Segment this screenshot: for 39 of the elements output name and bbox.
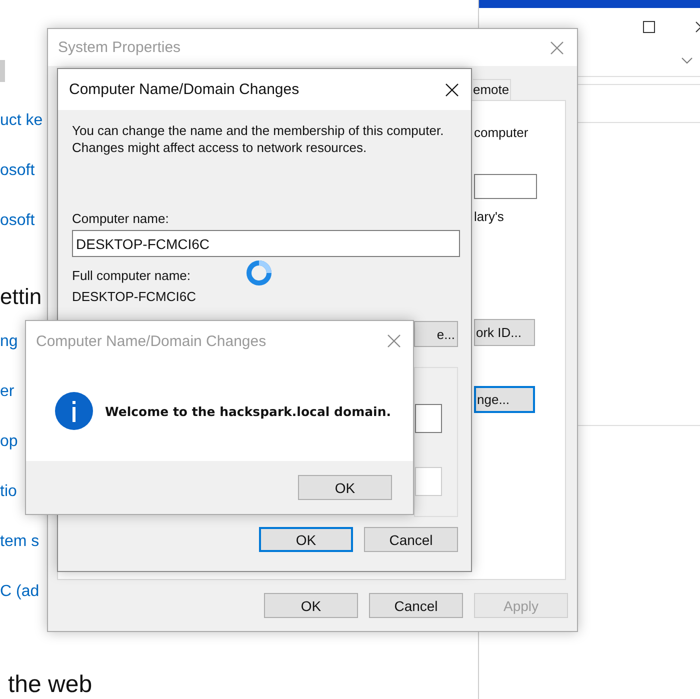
section-heading: the web (8, 671, 92, 699)
window-title: System Properties (58, 39, 181, 56)
settings-link[interactable]: tem s (0, 533, 40, 551)
maximize-icon[interactable] (643, 21, 655, 33)
dialog-button[interactable]: nge... (474, 386, 535, 413)
field-label: Full computer name: (72, 268, 190, 283)
ok-button[interactable]: OK (298, 475, 392, 500)
settings-link[interactable]: op (0, 433, 18, 451)
field-value: DESKTOP-FCMCI6C (72, 289, 196, 304)
settings-link[interactable]: ng (0, 333, 18, 351)
settings-link[interactable]: uct ke (0, 112, 43, 130)
tab[interactable]: emote (473, 79, 511, 100)
section-heading: ettin (0, 284, 42, 310)
description-text: You can change the name and the membership of this computer. Changes might affect access to network resources. (72, 122, 445, 156)
input-field[interactable] (415, 467, 442, 496)
dialog-button[interactable]: ork ID... (474, 319, 535, 346)
field-label: Computer name: (72, 211, 169, 226)
settings-link[interactable]: tio (0, 483, 17, 501)
chevron-down-icon[interactable] (681, 57, 693, 65)
window-title: Computer Name/Domain Changes (36, 332, 266, 350)
dialog-button[interactable]: OK (264, 593, 358, 618)
settings-link[interactable]: osoft (0, 212, 35, 230)
dialog-button[interactable]: Cancel (369, 593, 463, 618)
close-icon[interactable] (445, 82, 459, 96)
window-title: Computer Name/Domain Changes (69, 81, 300, 98)
settings-link[interactable]: C (ad (0, 583, 40, 601)
description-text: computer (474, 125, 528, 140)
dialog-button[interactable]: Cancel (364, 527, 458, 552)
input-field[interactable]: DESKTOP-FCMCI6C (72, 230, 460, 257)
message-text: Welcome to the hackspark.local domain. (105, 404, 391, 418)
settings-link[interactable]: osoft (0, 162, 35, 180)
input-field[interactable] (415, 404, 442, 433)
more-button[interactable]: e... (414, 321, 458, 347)
dialog-button[interactable]: OK (259, 527, 353, 552)
settings-link[interactable]: er (0, 383, 14, 401)
description-text: lary's (474, 209, 504, 224)
info-icon (55, 392, 93, 430)
busy-cursor-icon (246, 260, 272, 286)
input-field[interactable] (474, 174, 537, 199)
